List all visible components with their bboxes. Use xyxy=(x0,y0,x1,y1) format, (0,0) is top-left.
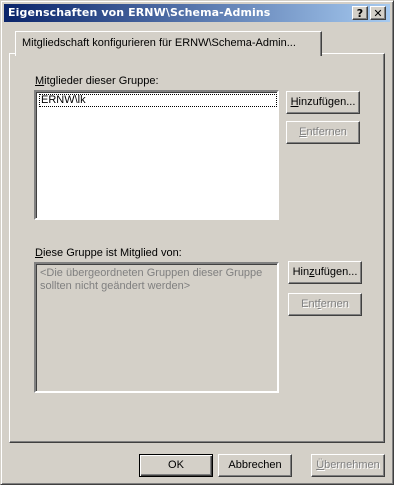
help-icon: ? xyxy=(356,7,364,20)
list-item[interactable]: ERNW\lk xyxy=(39,94,277,107)
remove-memberof-button[interactable]: Entfernen xyxy=(288,293,362,316)
properties-dialog: Eigenschaften von ERNW\Schema-Admins ? ✕… xyxy=(0,0,394,485)
tab-label: Mitgliedschaft konfigurieren für ERNW\Sc… xyxy=(22,37,296,49)
cancel-button[interactable]: Abbrechen xyxy=(218,454,292,477)
members-list[interactable]: ERNW\lk xyxy=(34,90,279,220)
memberof-list[interactable]: <Die übergeordneten Gruppen dieser Grupp… xyxy=(34,262,279,393)
ok-button[interactable]: OK xyxy=(139,454,213,477)
close-icon: ✕ xyxy=(373,7,383,20)
tab-membership[interactable]: Mitgliedschaft konfigurieren für ERNW\Sc… xyxy=(15,31,322,56)
memberof-placeholder: <Die übergeordneten Gruppen dieser Grupp… xyxy=(40,267,263,292)
remove-member-button[interactable]: Entfernen xyxy=(286,121,360,144)
close-button[interactable]: ✕ xyxy=(370,6,386,20)
members-label: Mitglieder dieser Gruppe: xyxy=(35,75,159,87)
apply-button[interactable]: Übernehmen xyxy=(311,454,385,477)
help-button[interactable]: ? xyxy=(352,6,368,20)
title-bar[interactable]: Eigenschaften von ERNW\Schema-Admins ? ✕ xyxy=(4,4,390,22)
add-member-button[interactable]: Hinzufügen... xyxy=(286,91,360,114)
add-memberof-button[interactable]: Hinzufügen... xyxy=(288,261,362,284)
memberof-label: Diese Gruppe ist Mitglied von: xyxy=(35,247,182,259)
window-title: Eigenschaften von ERNW\Schema-Admins xyxy=(8,6,271,19)
